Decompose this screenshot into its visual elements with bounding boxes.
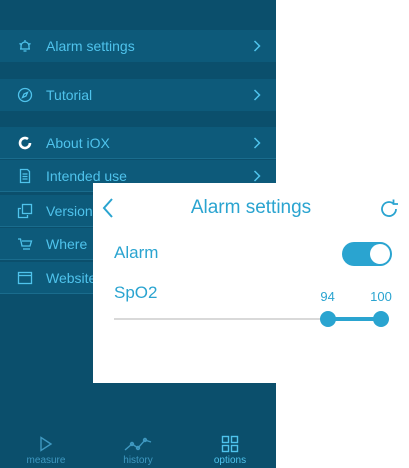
menu-item-label: Intended use bbox=[46, 167, 127, 184]
alarm-toggle[interactable] bbox=[342, 242, 392, 266]
menu-item-label: Alarm settings bbox=[46, 38, 135, 54]
bell-icon bbox=[16, 37, 34, 55]
menu-item-tutorial[interactable]: Tutorial bbox=[0, 79, 276, 111]
tab-label: history bbox=[123, 455, 153, 466]
cart-icon bbox=[16, 235, 34, 253]
chevron-right-icon bbox=[250, 169, 264, 183]
tab-label: measure bbox=[26, 455, 66, 466]
document-icon bbox=[16, 167, 34, 185]
menu-item-about[interactable]: About iOX bbox=[0, 127, 276, 159]
copy-icon bbox=[16, 202, 34, 220]
chevron-right-icon bbox=[250, 88, 264, 102]
back-chevron-icon[interactable] bbox=[101, 197, 115, 224]
menu-item-label: Tutorial bbox=[46, 87, 93, 103]
browser-icon bbox=[16, 269, 34, 287]
spo2-label: SpO2 bbox=[114, 283, 158, 302]
chevron-right-icon bbox=[250, 39, 264, 53]
slider-min-thumb[interactable] bbox=[319, 311, 336, 327]
chevron-right-icon bbox=[250, 136, 264, 150]
ring-logo-icon bbox=[16, 134, 34, 152]
tab-bar: measure history options bbox=[0, 424, 276, 468]
trend-line-icon bbox=[123, 433, 153, 455]
grid-icon bbox=[221, 433, 239, 455]
slider-min-value: 94 bbox=[320, 289, 335, 304]
toggle-knob bbox=[370, 244, 390, 264]
menu-item-alarm-settings[interactable]: Alarm settings bbox=[0, 30, 276, 62]
reset-icon[interactable] bbox=[378, 198, 400, 225]
tab-label: options bbox=[213, 455, 247, 466]
alarm-settings-panel: Alarm settings Alarm SpO2 94 100 bbox=[93, 183, 409, 383]
slider-max-value: 100 bbox=[370, 289, 392, 304]
spo2-range-slider[interactable]: 94 100 bbox=[114, 289, 392, 335]
compass-icon bbox=[16, 86, 34, 104]
alarm-label: Alarm bbox=[114, 243, 159, 262]
tab-measure[interactable]: measure bbox=[6, 433, 86, 466]
menu-item-label: About iOX bbox=[46, 134, 110, 151]
tab-options[interactable]: options bbox=[190, 433, 270, 466]
tab-history[interactable]: history bbox=[98, 433, 178, 466]
slider-max-thumb[interactable] bbox=[373, 311, 389, 327]
play-icon bbox=[39, 433, 53, 455]
panel-title: Alarm settings bbox=[190, 197, 312, 218]
